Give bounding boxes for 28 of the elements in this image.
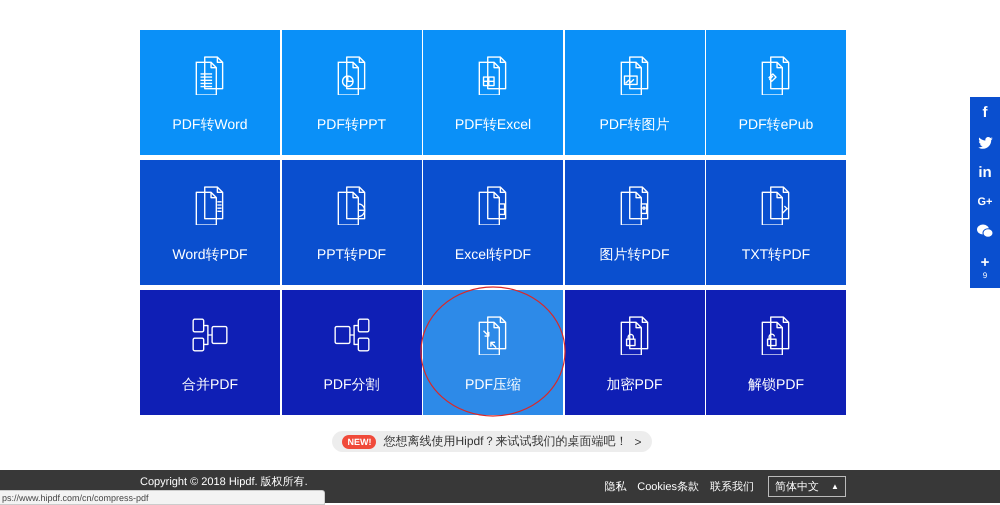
language-select[interactable]: 简体中文 ▲	[768, 476, 846, 497]
footer-link[interactable]: 联系我们	[710, 479, 754, 494]
share-button[interactable]: in	[978, 165, 992, 180]
tool-tile[interactable]: PDF压缩	[423, 290, 563, 415]
tool-tile[interactable]: 加密PDF	[564, 290, 704, 415]
arrow-icon: >	[634, 434, 642, 448]
tool-tile[interactable]: PDF分割	[282, 290, 422, 415]
promo-text: 您想离线使用Hipdf？来试试我们的桌面端吧！	[383, 433, 628, 450]
status-url: ps://www.hipdf.com/cn/compress-pdf	[2, 492, 149, 502]
new-badge: NEW!	[342, 434, 376, 448]
share-button[interactable]: G+	[978, 196, 992, 208]
promo-banner[interactable]: NEW! 您想离线使用Hipdf？来试试我们的桌面端吧！ >	[332, 431, 652, 452]
chat-bubbles-icon[interactable]	[977, 224, 993, 238]
tool-tile[interactable]: PPT转PDF	[282, 160, 422, 285]
bird-icon[interactable]	[978, 136, 992, 149]
tool-tile[interactable]: Excel转PDF	[423, 160, 563, 285]
tool-tile[interactable]: Word转PDF	[140, 160, 280, 285]
share-more-button[interactable]: +	[980, 254, 990, 270]
tool-tile[interactable]: TXT转PDF	[706, 160, 846, 285]
tool-tile[interactable]: 解锁PDF	[706, 290, 846, 415]
share-count: 9	[982, 272, 988, 280]
share-button[interactable]: f	[982, 105, 988, 120]
copyright-text: Copyright © 2018 Hipdf. 版权所有.	[140, 475, 308, 489]
footer-link[interactable]: Cookies条款	[637, 479, 699, 494]
tool-tile[interactable]: 合并PDF	[140, 290, 280, 415]
caret-icon: ▲	[831, 482, 839, 491]
footer-link[interactable]: 隐私	[604, 479, 626, 494]
tool-tile[interactable]: 图片转PDF	[564, 160, 704, 285]
